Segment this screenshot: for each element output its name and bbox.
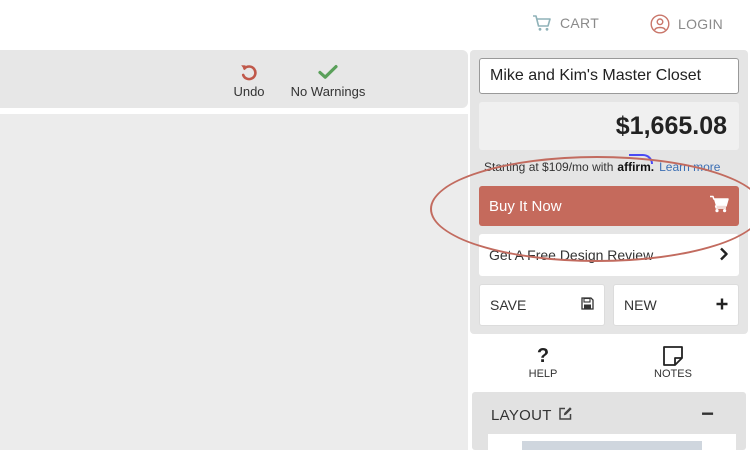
save-label: SAVE (490, 297, 527, 313)
chevron-right-icon (719, 247, 729, 264)
cart-icon (532, 14, 552, 32)
undo-icon (239, 62, 259, 82)
top-nav: CART LOGIN (0, 0, 750, 50)
help-button[interactable]: ? HELP (522, 344, 564, 380)
layout-section: LAYOUT − (472, 392, 746, 450)
new-label: NEW (624, 297, 657, 313)
layout-title: LAYOUT (491, 407, 552, 424)
design-review-button[interactable]: Get A Free Design Review (479, 234, 739, 276)
financing-text: Starting at $109/mo with (484, 160, 614, 174)
warnings-button[interactable]: No Warnings (284, 62, 372, 99)
affirm-arc-icon (629, 154, 654, 164)
price-box: $1,665.08 (479, 102, 739, 150)
learn-more-link[interactable]: Learn more (659, 160, 720, 174)
cart-link[interactable]: CART (532, 14, 599, 32)
utility-row: ? HELP NOTES (470, 336, 748, 388)
design-name-input[interactable] (479, 58, 739, 94)
minus-icon[interactable]: − (701, 401, 714, 427)
check-icon (318, 62, 338, 82)
user-icon (650, 14, 670, 34)
login-label: LOGIN (678, 16, 724, 32)
login-link[interactable]: LOGIN (650, 14, 723, 34)
edit-icon[interactable] (558, 406, 573, 425)
affirm-logo: affirm. (617, 154, 654, 174)
notes-label: NOTES (654, 368, 692, 380)
buy-label: Buy It Now (489, 197, 562, 215)
new-button[interactable]: NEW (613, 284, 739, 326)
shopping-cart-icon (709, 195, 729, 217)
notes-button[interactable]: NOTES (650, 344, 696, 380)
review-label: Get A Free Design Review (489, 247, 654, 263)
design-canvas[interactable] (0, 114, 468, 450)
layout-preview (488, 434, 736, 450)
help-label: HELP (528, 368, 558, 380)
note-icon (662, 344, 684, 368)
layout-header[interactable]: LAYOUT (491, 406, 573, 425)
total-price: $1,665.08 (615, 112, 727, 140)
financing-line: Starting at $109/mo with affirm. Learn m… (484, 154, 720, 174)
buy-it-now-button[interactable]: Buy It Now (479, 186, 739, 226)
plus-icon (716, 297, 728, 313)
design-toolbar: Undo No Warnings (0, 50, 468, 108)
cart-label: CART (560, 15, 600, 31)
question-icon: ? (536, 345, 550, 367)
floppy-disk-icon (581, 297, 594, 313)
layout-thumbnail[interactable] (522, 441, 702, 450)
order-panel: $1,665.08 Starting at $109/mo with affir… (470, 50, 748, 334)
undo-label: Undo (233, 84, 265, 99)
save-button[interactable]: SAVE (479, 284, 605, 326)
undo-button[interactable]: Undo (226, 62, 272, 99)
warnings-label: No Warnings (290, 84, 366, 99)
